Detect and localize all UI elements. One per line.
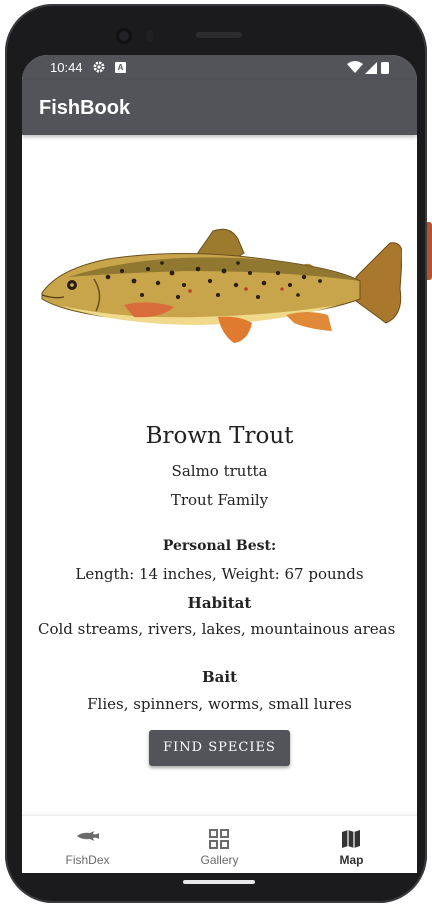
nav-item-fishdex[interactable]: FishDex (22, 816, 153, 873)
front-camera (116, 28, 132, 44)
personal-best-value: Length: 14 inches, Weight: 67 pounds (75, 565, 364, 583)
screen: 10:44 A FishBook Brown Trout Salmo trutt… (22, 55, 417, 873)
bait-value: Flies, spinners, worms, small lures (87, 695, 352, 713)
habitat-title: Habitat (187, 594, 252, 612)
signal-icon (365, 62, 377, 74)
fish-icon (77, 831, 99, 841)
status-time: 10:44 (50, 60, 83, 75)
proximity-sensor (146, 30, 154, 42)
gear-icon (93, 61, 105, 73)
app-title: FishBook (39, 97, 131, 119)
earpiece-speaker (196, 32, 242, 38)
grid-icon (209, 829, 229, 849)
nav-item-gallery[interactable]: Gallery (154, 816, 285, 873)
habitat-value: Cold streams, rivers, lakes, mountainous… (38, 620, 396, 638)
fish-name: Brown Trout (145, 423, 294, 449)
status-indicators (347, 61, 389, 74)
map-icon (342, 830, 360, 848)
wifi-icon (347, 61, 363, 73)
app-bar: FishBook (22, 80, 417, 135)
fish-family: Trout Family (170, 491, 269, 509)
nav-label-fishdex: FishDex (65, 853, 110, 867)
a-badge-icon: A (115, 62, 126, 73)
brown-trout-illustration (41, 228, 402, 343)
nav-label-gallery: Gallery (200, 853, 239, 867)
scientific-name: Salmo trutta (171, 462, 268, 480)
bait-title: Bait (201, 668, 238, 686)
power-button (427, 222, 432, 280)
battery-icon (381, 62, 389, 74)
home-indicator[interactable] (183, 880, 255, 884)
bottom-navigation: FishDex Gallery Map (22, 815, 417, 873)
status-bar: 10:44 A (22, 55, 417, 80)
find-species-button[interactable]: FIND SPECIES (149, 730, 290, 766)
nav-item-map[interactable]: Map (286, 816, 417, 873)
nav-label-map: Map (339, 853, 364, 867)
personal-best-title: Personal Best: (162, 538, 277, 554)
